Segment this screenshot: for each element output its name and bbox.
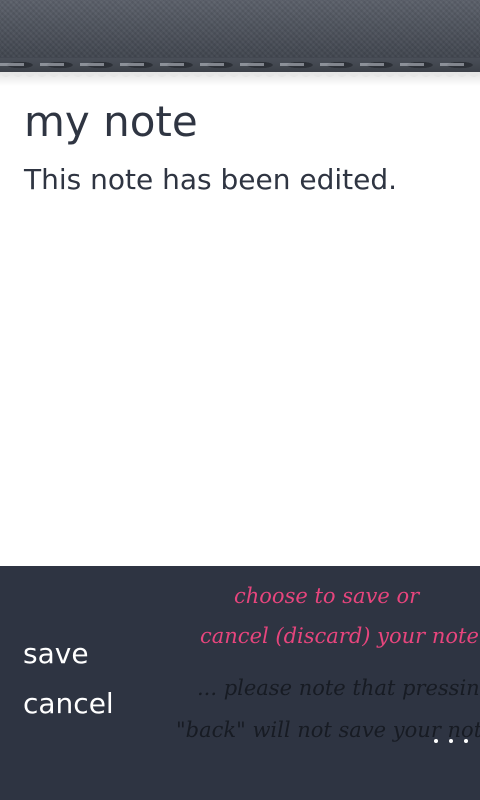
torn-paper-edge [0, 72, 480, 86]
hint-line-3: ... please note that pressing [197, 676, 480, 700]
ellipsis-icon[interactable] [434, 734, 468, 748]
dot-2 [449, 739, 453, 743]
note-title[interactable]: my note [24, 96, 198, 148]
dot-3 [464, 739, 468, 743]
note-body-text[interactable]: This note has been edited. [24, 160, 454, 200]
header-leather-banner [0, 0, 480, 72]
save-menu-item[interactable]: save [23, 636, 89, 672]
stitch-thread [0, 63, 480, 66]
hint-line-2: cancel (discard) your note [200, 624, 479, 648]
application-bar: save cancel choose to save or cancel (di… [0, 566, 480, 800]
dot-1 [434, 739, 438, 743]
cancel-menu-item[interactable]: cancel [23, 686, 114, 722]
hint-line-1: choose to save or [234, 584, 420, 608]
